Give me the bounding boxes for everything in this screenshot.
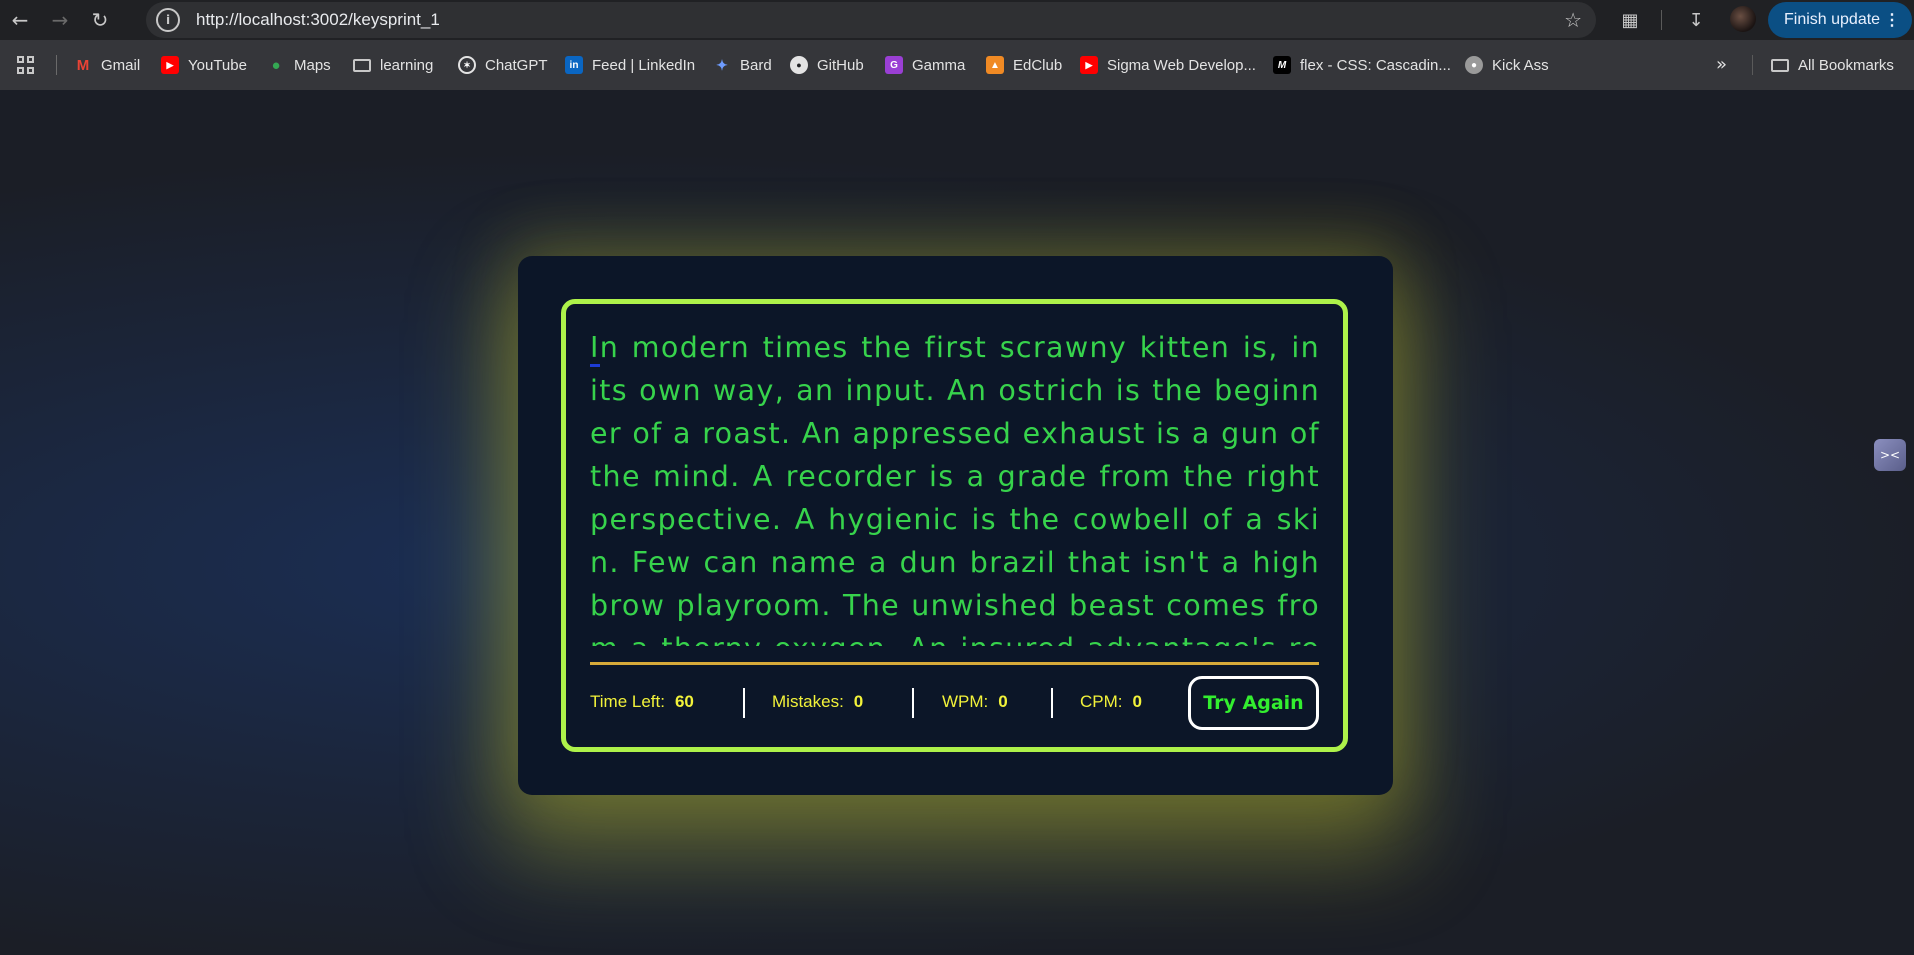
bookmark-label: Bard <box>740 56 772 74</box>
page-background: In modern times the first scrawny kitten… <box>0 90 1914 955</box>
typing-passage[interactable]: In modern times the first scrawny kitten… <box>590 326 1320 646</box>
gamma-icon: G <box>885 56 903 74</box>
finish-update-label: Finish update <box>1784 11 1881 28</box>
finish-update-button[interactable]: Finish update ⋮ <box>1768 2 1912 38</box>
stats-bar: Time Left: 60 Mistakes: 0 WPM: 0 CPM: 0 Try … <box>590 676 1319 730</box>
bookmark-label: Gamma <box>912 56 966 74</box>
apps-grid-icon[interactable] <box>17 56 35 74</box>
all-bookmarks-label: All Bookmarks <box>1798 56 1894 74</box>
edclub-icon: ▲ <box>986 56 1004 74</box>
github-icon: ● <box>790 56 808 74</box>
bookmark-chatgpt[interactable]: ✶ ChatGPT <box>458 53 548 77</box>
mistakes-value: 0 <box>853 692 864 711</box>
maps-icon: ● <box>271 56 281 74</box>
time-left-label: Time Left: <box>590 692 665 711</box>
folder-icon <box>1771 58 1789 72</box>
bard-icon: ✦ <box>716 56 728 73</box>
bookmark-label: EdClub <box>1013 56 1063 74</box>
try-again-button[interactable]: Try Again <box>1188 676 1319 730</box>
all-bookmarks[interactable]: All Bookmarks <box>1771 53 1894 77</box>
stat-divider <box>743 688 745 718</box>
bookmark-github[interactable]: ● GitHub <box>790 53 864 77</box>
bookmark-gamma[interactable]: G Gamma <box>885 53 965 77</box>
wpm-stat: WPM: 0 <box>942 692 1008 712</box>
chatgpt-icon: ✶ <box>458 56 476 74</box>
address-bar[interactable]: i http://localhost:3002/keysprint_1 ☆ <box>146 2 1596 38</box>
kebab-menu-icon[interactable]: ⋮ <box>1884 10 1900 30</box>
wpm-label: WPM: <box>942 692 989 711</box>
cpm-stat: CPM: 0 <box>1080 692 1142 712</box>
more-bookmarks-icon[interactable]: » <box>1716 54 1727 75</box>
bookmark-bard[interactable]: ✦ Bard <box>713 53 772 77</box>
bookmark-label: learning <box>380 56 434 74</box>
bookmark-gmail[interactable]: M Gmail <box>74 53 140 77</box>
wpm-value: 0 <box>998 692 1008 711</box>
linkedin-icon: in <box>565 56 583 74</box>
current-char: I <box>590 331 600 367</box>
bookmark-label: flex - CSS: Cascadin... <box>1300 56 1451 74</box>
bookmark-label: Maps <box>294 56 331 74</box>
toolbar-divider <box>1661 10 1662 30</box>
reload-icon[interactable]: ↻ <box>80 0 120 40</box>
passage-divider <box>590 662 1319 665</box>
mistakes-label: Mistakes: <box>772 692 844 711</box>
site-info-icon[interactable]: i <box>156 8 180 32</box>
url-text[interactable]: http://localhost:3002/keysprint_1 <box>196 10 440 30</box>
bookmark-flex-css[interactable]: M flex - CSS: Cascadin... <box>1273 53 1451 77</box>
typing-card: In modern times the first scrawny kitten… <box>518 256 1393 795</box>
bookmark-youtube[interactable]: ▶ YouTube <box>161 53 247 77</box>
bookmark-label: ChatGPT <box>485 56 548 74</box>
extension-side-icon[interactable]: >< <box>1874 439 1906 471</box>
mdn-icon: M <box>1273 56 1291 74</box>
bookmark-label: Feed | LinkedIn <box>592 56 696 74</box>
bookmark-sigma-web[interactable]: ▶ Sigma Web Develop... <box>1080 53 1256 77</box>
bookmark-maps[interactable]: ● Maps <box>267 53 331 77</box>
forward-arrow-icon[interactable]: → <box>40 0 80 40</box>
bookmark-star-icon[interactable]: ☆ <box>1564 8 1582 32</box>
passage-text: n modern times the first scrawny kitten … <box>590 331 1320 646</box>
cpm-label: CPM: <box>1080 692 1123 711</box>
globe-icon: ● <box>1465 56 1483 74</box>
bookmarks-divider-right <box>1752 55 1753 75</box>
bookmark-learning[interactable]: learning <box>353 53 433 77</box>
extensions-icon[interactable]: ▦ <box>1618 8 1642 32</box>
youtube-icon: ▶ <box>161 56 179 74</box>
time-left-value: 60 <box>674 692 694 711</box>
bookmark-label: Kick Ass <box>1492 56 1549 74</box>
gmail-icon: M <box>76 56 90 74</box>
bookmarks-divider <box>56 55 57 75</box>
youtube-icon: ▶ <box>1080 56 1098 74</box>
download-icon[interactable]: ↧ <box>1684 8 1708 32</box>
bookmark-label: GitHub <box>817 56 864 74</box>
typing-box[interactable]: In modern times the first scrawny kitten… <box>561 299 1348 752</box>
cpm-value: 0 <box>1132 692 1142 711</box>
profile-avatar[interactable] <box>1730 6 1756 32</box>
time-left-stat: Time Left: 60 <box>590 692 694 712</box>
stat-divider <box>912 688 914 718</box>
bookmark-kick-ass[interactable]: ● Kick Ass <box>1465 53 1549 77</box>
stat-divider <box>1051 688 1053 718</box>
back-arrow-icon[interactable]: ← <box>0 0 40 40</box>
bookmark-linkedin[interactable]: in Feed | LinkedIn <box>565 53 695 77</box>
bookmark-edclub[interactable]: ▲ EdClub <box>986 53 1062 77</box>
mistakes-stat: Mistakes: 0 <box>772 692 863 712</box>
bookmark-label: Gmail <box>101 56 141 74</box>
browser-toolbar: ← → ↻ i http://localhost:3002/keysprint_… <box>0 0 1914 40</box>
folder-icon <box>353 58 371 72</box>
bookmark-label: Sigma Web Develop... <box>1107 56 1256 74</box>
bookmark-label: YouTube <box>188 56 247 74</box>
